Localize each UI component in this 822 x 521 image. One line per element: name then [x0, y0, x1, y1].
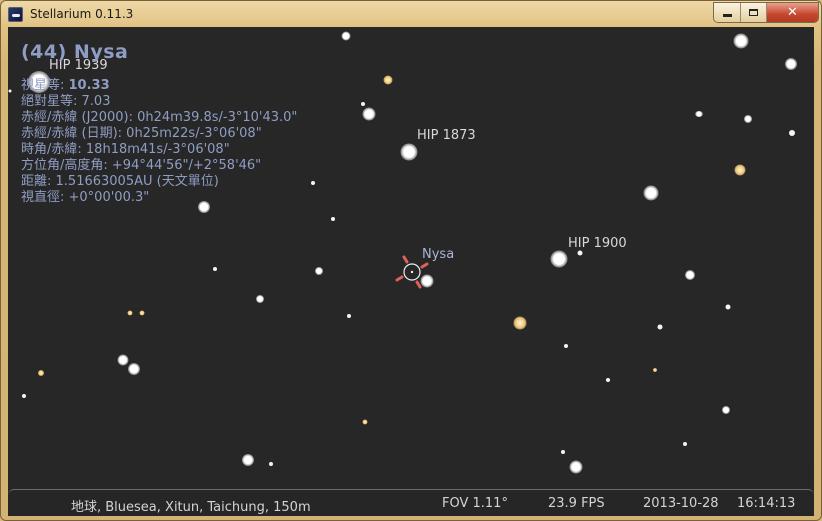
star[interactable]	[128, 363, 140, 375]
star[interactable]	[38, 370, 44, 376]
info-line-distance: 距離: 1.51663005AU (天文單位)	[21, 174, 297, 190]
star[interactable]	[744, 115, 752, 123]
star[interactable]	[722, 406, 730, 414]
star[interactable]	[785, 58, 797, 70]
star[interactable]	[362, 419, 368, 425]
star[interactable]	[643, 185, 659, 201]
info-label: 時角/赤緯:	[21, 142, 86, 157]
info-value: 0h24m39.8s/-3°10'43.0"	[137, 110, 298, 125]
star[interactable]	[564, 344, 568, 348]
window-title: Stellarium 0.11.3	[30, 7, 134, 21]
info-value: 1.51663005AU (天文單位)	[55, 174, 219, 189]
info-value: +0°00'00.3"	[68, 190, 150, 205]
star[interactable]	[606, 378, 610, 382]
info-label: 赤經/赤緯 (J2000):	[21, 110, 138, 125]
info-label: 距離:	[21, 174, 56, 189]
star[interactable]	[362, 107, 376, 121]
star[interactable]	[734, 164, 746, 176]
star[interactable]	[653, 368, 657, 372]
star[interactable]	[657, 324, 663, 330]
info-value: 0h25m22s/-3°06'08"	[126, 126, 262, 141]
star[interactable]	[8, 89, 12, 93]
info-line-ra-dec-date: 赤經/赤緯 (日期): 0h25m22s/-3°06'08"	[21, 126, 297, 142]
star[interactable]	[725, 304, 731, 310]
star-hip-1900[interactable]	[550, 250, 568, 268]
fov-text: FOV 1.11°	[442, 496, 508, 511]
window-controls: ✕	[713, 2, 819, 23]
star[interactable]	[269, 462, 273, 466]
star[interactable]	[561, 450, 565, 454]
info-line-absolute-magnitude: 絕對星等: 7.03	[21, 94, 297, 110]
star[interactable]	[127, 310, 133, 316]
star-hip-1873[interactable]	[400, 143, 418, 161]
object-name: (44) Nysa	[21, 41, 129, 63]
star[interactable]	[22, 394, 26, 398]
star[interactable]	[685, 270, 695, 280]
info-line-apparent-magnitude: 視星等: 10.33	[21, 78, 297, 94]
info-label: 絕對星等:	[21, 94, 82, 109]
close-button[interactable]: ✕	[767, 3, 818, 22]
star[interactable]	[683, 442, 687, 446]
star[interactable]	[513, 316, 527, 330]
title-bar[interactable]: Stellarium 0.11.3 ✕	[1, 1, 821, 27]
info-line-ra-dec-j2000: 赤經/赤緯 (J2000): 0h24m39.8s/-3°10'43.0"	[21, 110, 297, 126]
star[interactable]	[315, 267, 323, 275]
star[interactable]	[139, 310, 145, 316]
minimize-icon	[722, 14, 732, 17]
info-value: +94°44'56"/+2°58'46"	[111, 158, 262, 173]
star[interactable]	[383, 75, 393, 85]
info-label: 視星等:	[21, 78, 69, 93]
label-hip-1873: HIP 1873	[417, 128, 476, 143]
date-text: 2013-10-28	[643, 496, 719, 511]
star[interactable]	[695, 111, 703, 117]
info-line-az-alt: 方位角/高度角: +94°44'56"/+2°58'46"	[21, 158, 297, 174]
minimize-button[interactable]	[714, 3, 741, 22]
star[interactable]	[213, 267, 217, 271]
fps-text: 23.9 FPS	[548, 496, 605, 511]
maximize-icon	[749, 9, 758, 16]
info-line-apparent-diameter: 視直徑: +0°00'00.3"	[21, 190, 297, 206]
stellarium-window: Stellarium 0.11.3 ✕ HIP 1939 HIP 1873 HI…	[0, 0, 822, 521]
maximize-button[interactable]	[741, 3, 767, 22]
info-value: 10.33	[68, 78, 110, 93]
close-icon: ✕	[787, 5, 798, 20]
star[interactable]	[789, 130, 795, 136]
star[interactable]	[331, 217, 335, 221]
status-bar: 地球, Bluesea, Xitun, Taichung, 150m FOV 1…	[8, 489, 814, 516]
stellarium-app-icon[interactable]	[8, 7, 23, 22]
star[interactable]	[256, 295, 264, 303]
info-label: 視直徑:	[21, 190, 69, 205]
star[interactable]	[311, 181, 315, 185]
info-label: 赤經/赤緯 (日期):	[21, 126, 127, 141]
info-label: 方位角/高度角:	[21, 158, 112, 173]
time-text: 16:14:13	[737, 496, 796, 511]
star[interactable]	[347, 314, 351, 318]
star[interactable]	[577, 250, 583, 256]
star[interactable]	[361, 102, 365, 106]
label-nysa: Nysa	[422, 247, 455, 262]
object-info-panel: (44) Nysa 視星等: 10.33 絕對星等: 7.03 赤經/赤緯 (J…	[21, 41, 297, 206]
star[interactable]	[117, 354, 129, 366]
star[interactable]	[341, 31, 351, 41]
info-line-hour-angle: 時角/赤緯: 18h18m41s/-3°06'08"	[21, 142, 297, 158]
star[interactable]	[569, 460, 583, 474]
sky-view[interactable]: HIP 1939 HIP 1873 HIP 1900 Nysa (44) Nys…	[8, 27, 814, 515]
location-text: 地球, Bluesea, Xitun, Taichung, 150m	[71, 500, 311, 515]
info-value: 18h18m41s/-3°06'08"	[85, 142, 230, 157]
star[interactable]	[242, 454, 254, 466]
star[interactable]	[733, 33, 749, 49]
label-hip-1900: HIP 1900	[568, 236, 627, 251]
info-value: 7.03	[81, 94, 111, 109]
